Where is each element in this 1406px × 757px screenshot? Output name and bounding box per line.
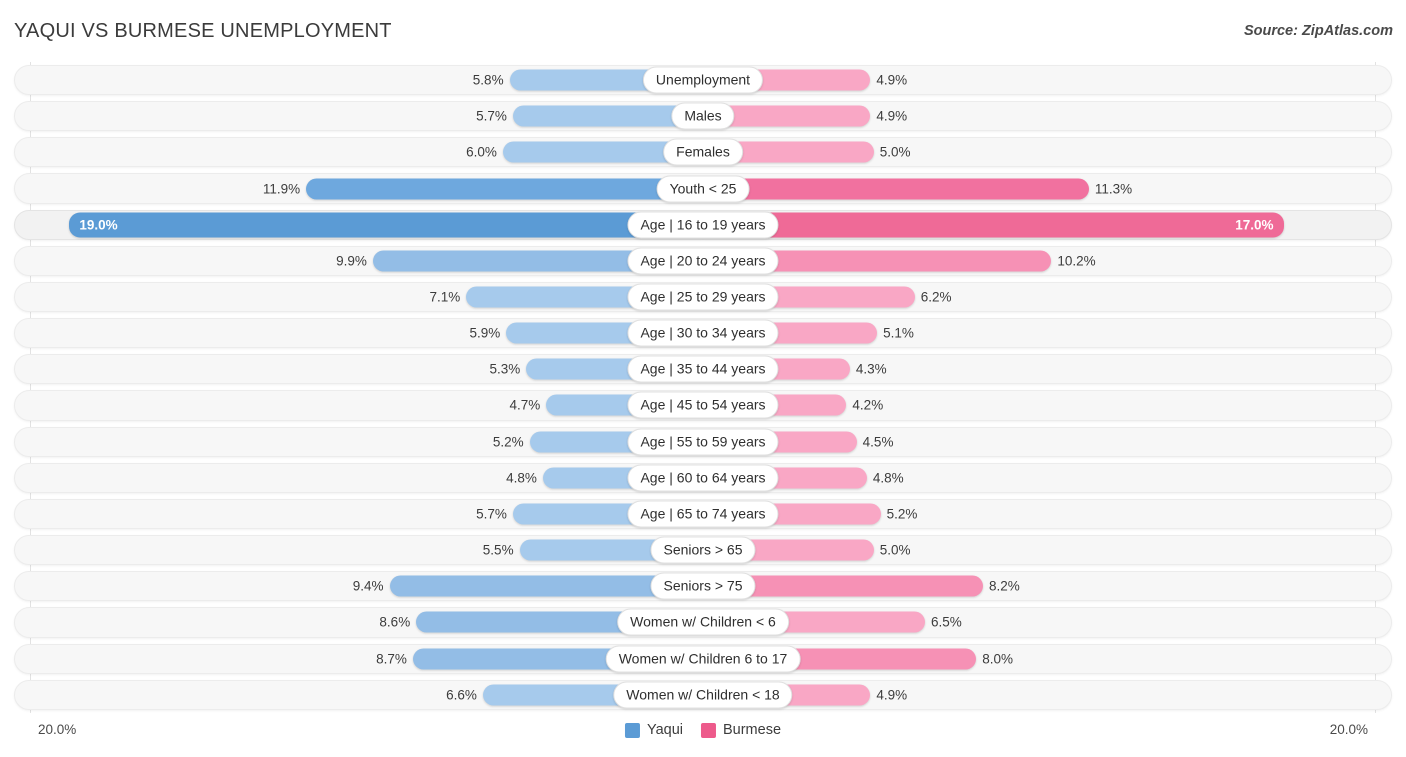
value-label-yaqui: 5.2% [492,434,524,450]
page-title: YAQUI VS BURMESE UNEMPLOYMENT [14,20,392,42]
chart-rows: 5.8% 4.9% Unemployment 5.7% 4.9% Males 6.0% 5.0… [0,62,1406,713]
row-category-label: Age | 30 to 34 years [627,319,779,347]
row-category-label: Age | 45 to 54 years [627,391,779,419]
value-label-burmese: 4.9% [876,72,908,88]
value-label-yaqui: 9.4% [352,578,384,594]
value-label-burmese: 4.9% [876,108,908,124]
value-label-burmese: 11.3% [1094,181,1133,197]
table-row[interactable]: 5.5% 5.0% Seniors > 65 [0,532,1406,568]
legend-swatch-icon [624,722,640,738]
value-label-yaqui: 8.6% [379,614,411,630]
value-label-burmese: 5.2% [886,506,918,522]
chart-plot-area: 5.8% 4.9% Unemployment 5.7% 4.9% Males 6.0% 5.0… [0,62,1406,713]
value-label-yaqui: 5.7% [476,506,507,522]
value-label-burmese: 8.0% [982,651,1013,667]
value-label-yaqui: 5.8% [472,72,504,88]
row-category-label: Women w/ Children 6 to 17 [605,645,801,673]
chart-header: YAQUI VS BURMESE UNEMPLOYMENT Source: Zi… [0,0,1406,62]
chart-legend: Yaqui Burmese [624,722,782,738]
table-row[interactable]: 4.7% 4.2% Age | 45 to 54 years [0,387,1406,423]
value-label-yaqui: 8.7% [376,651,407,667]
row-category-label: Unemployment [642,66,764,94]
table-row[interactable]: 6.0% 5.0% Females [0,134,1406,170]
row-category-label: Women w/ Children < 18 [613,681,793,709]
value-label-yaqui: 6.6% [446,687,477,703]
bar-burmese [703,212,1284,238]
row-category-label: Women w/ Children < 6 [617,608,789,636]
row-category-label: Seniors > 65 [650,536,756,564]
bar-burmese [703,178,1089,200]
table-row[interactable]: 5.8% 4.9% Unemployment [0,62,1406,98]
value-label-yaqui: 11.9% [262,181,301,197]
value-label-burmese: 17.0% [1235,217,1274,233]
table-row[interactable]: 4.8% 4.8% Age | 60 to 64 years [0,460,1406,496]
value-label-yaqui: 7.1% [429,289,461,305]
row-category-label: Youth < 25 [656,175,750,203]
value-label-yaqui: 5.9% [469,325,501,341]
table-row[interactable]: 5.2% 4.5% Age | 55 to 59 years [0,424,1406,460]
value-label-burmese: 10.2% [1057,253,1096,269]
table-row[interactable]: 11.9% 11.3% Youth < 25 [0,170,1406,206]
value-label-burmese: 4.2% [852,397,884,413]
value-label-burmese: 4.9% [876,687,908,703]
row-category-label: Age | 35 to 44 years [627,355,779,383]
bar-yaqui [306,178,703,200]
value-label-yaqui: 4.7% [509,397,541,413]
legend-item-burmese[interactable]: Burmese [700,722,782,738]
axis-label-right: 20.0% [1329,722,1368,737]
row-category-label: Age | 60 to 64 years [627,464,779,492]
value-label-burmese: 4.5% [862,434,894,450]
table-row[interactable]: 8.7% 8.0% Women w/ Children 6 to 17 [0,641,1406,677]
value-label-yaqui: 6.0% [466,144,497,160]
value-label-yaqui: 5.5% [482,542,514,558]
row-category-label: Seniors > 75 [650,572,756,600]
value-label-burmese: 6.5% [930,614,962,630]
value-label-burmese: 6.2% [920,289,952,305]
value-label-yaqui: 4.8% [506,470,537,486]
source-attribution: Source: ZipAtlas.com [1243,23,1393,39]
row-category-label: Females [663,138,743,166]
legend-item-yaqui[interactable]: Yaqui [624,722,683,738]
row-category-label: Age | 55 to 59 years [627,428,779,456]
table-row[interactable]: 6.6% 4.9% Women w/ Children < 18 [0,677,1406,713]
value-label-yaqui: 5.7% [476,108,507,124]
table-row[interactable]: 19.0% 17.0% Age | 16 to 19 years [0,207,1406,243]
value-label-yaqui: 19.0% [79,217,118,233]
axis-label-left: 20.0% [38,722,77,737]
table-row[interactable]: 5.7% 4.9% Males [0,98,1406,134]
bar-yaqui [69,212,703,238]
legend-label: Yaqui [646,722,683,738]
row-category-label: Age | 65 to 74 years [627,500,779,528]
table-row[interactable]: 7.1% 6.2% Age | 25 to 29 years [0,279,1406,315]
row-category-label: Age | 20 to 24 years [627,247,779,275]
table-row[interactable]: 5.7% 5.2% Age | 65 to 74 years [0,496,1406,532]
value-label-burmese: 5.1% [883,325,914,341]
row-category-label: Males [671,102,735,130]
legend-swatch-icon [700,722,716,738]
table-row[interactable]: 9.9% 10.2% Age | 20 to 24 years [0,243,1406,279]
chart-page: YAQUI VS BURMESE UNEMPLOYMENT Source: Zi… [0,0,1406,757]
chart-footer: 20.0% 20.0% Yaqui Burmese [0,713,1406,757]
value-label-burmese: 5.0% [879,144,911,160]
value-label-burmese: 8.2% [989,578,1020,594]
table-row[interactable]: 9.4% 8.2% Seniors > 75 [0,568,1406,604]
table-row[interactable]: 5.9% 5.1% Age | 30 to 34 years [0,315,1406,351]
table-row[interactable]: 8.6% 6.5% Women w/ Children < 6 [0,604,1406,640]
table-row[interactable]: 5.3% 4.3% Age | 35 to 44 years [0,351,1406,387]
legend-label: Burmese [722,722,782,738]
value-label-burmese: 4.3% [855,361,887,377]
row-category-label: Age | 16 to 19 years [627,211,779,239]
value-label-yaqui: 9.9% [336,253,367,269]
value-label-burmese: 4.8% [872,470,904,486]
value-label-yaqui: 5.3% [489,361,521,377]
row-category-label: Age | 25 to 29 years [627,283,779,311]
value-label-burmese: 5.0% [879,542,911,558]
